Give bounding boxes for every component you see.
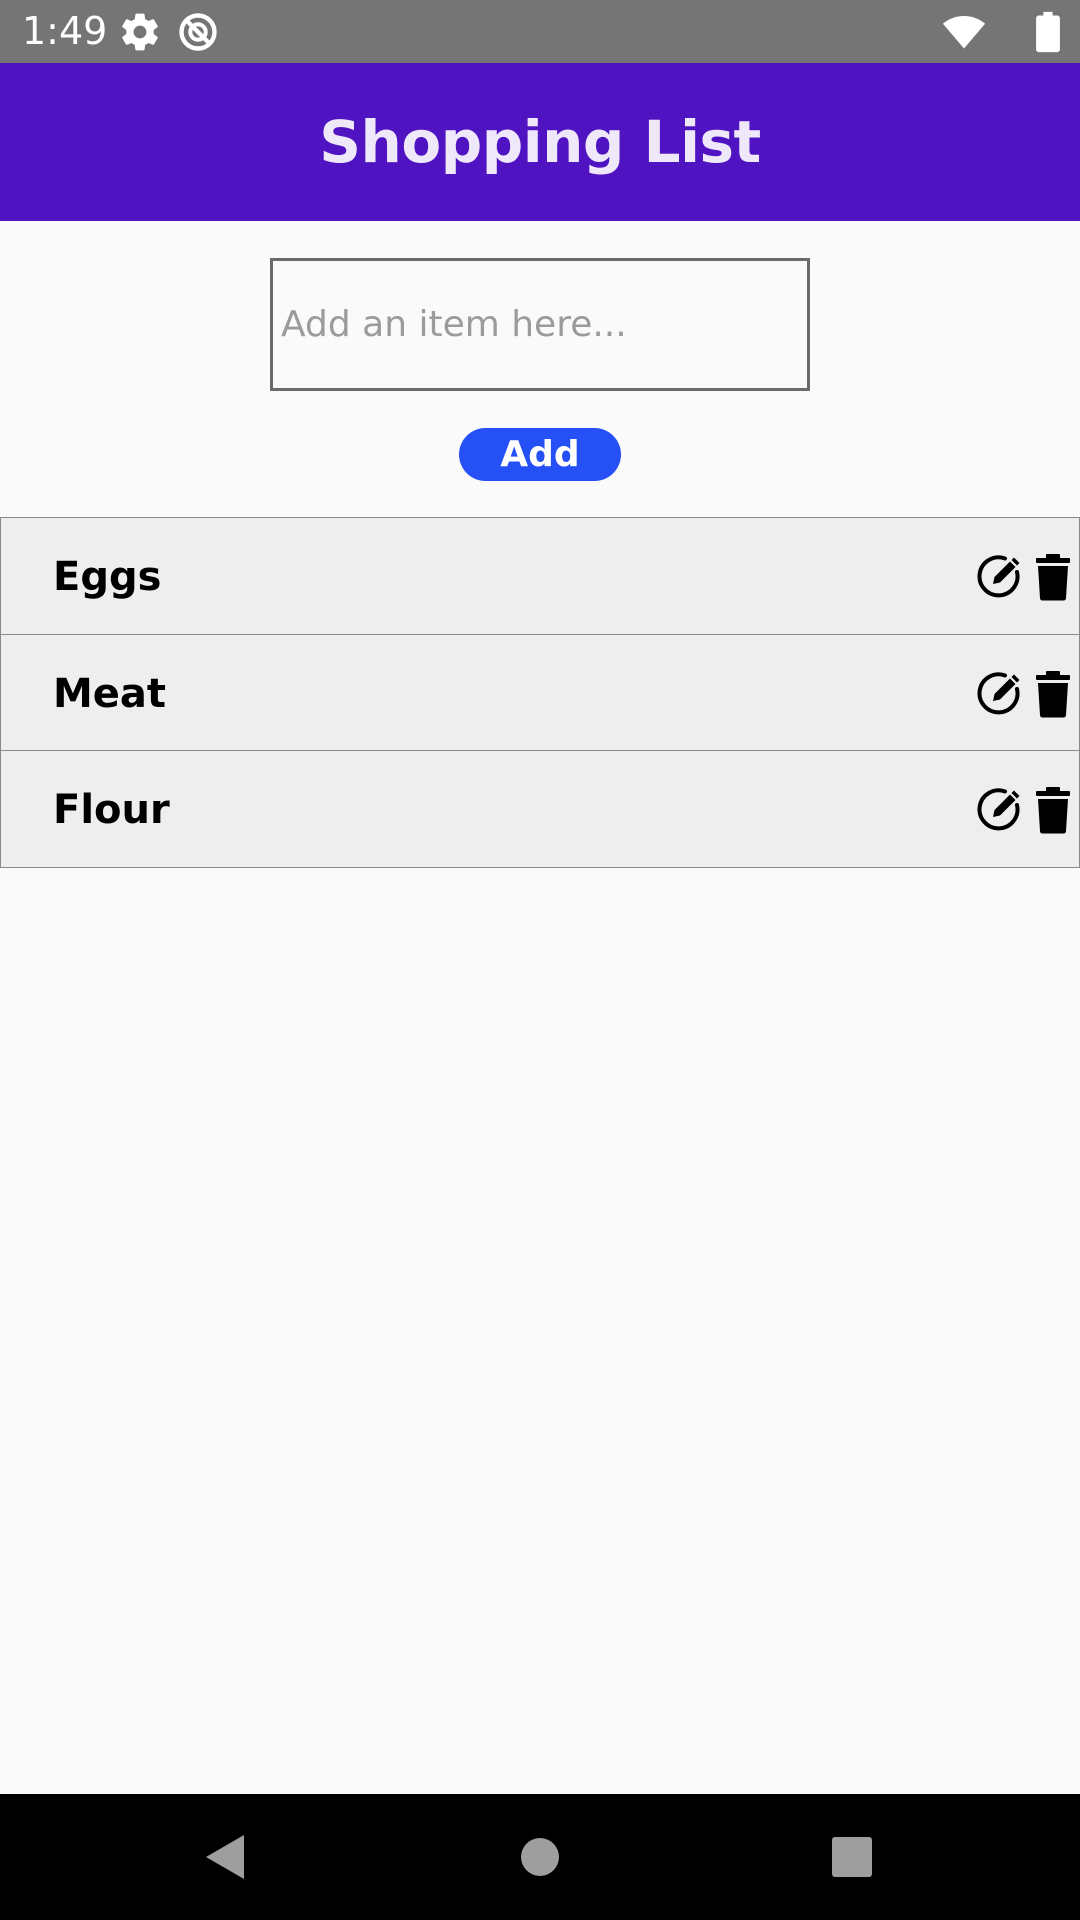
gear-icon [118, 10, 162, 54]
item-label: Meat [53, 670, 167, 717]
status-bar: 1:49 [0, 0, 1080, 63]
back-icon[interactable] [200, 1831, 252, 1883]
item-label: Eggs [53, 554, 162, 600]
wifi-icon [940, 10, 988, 54]
edit-icon[interactable] [976, 786, 1024, 834]
add-button[interactable]: Add [459, 428, 621, 481]
edit-icon[interactable] [976, 553, 1024, 601]
item-label: Flour [53, 787, 170, 833]
navigation-bar [0, 1794, 1080, 1920]
list-item: Meat [0, 633, 1080, 752]
trash-icon[interactable] [1033, 670, 1073, 718]
recents-icon[interactable] [826, 1831, 878, 1883]
list-item: Eggs [0, 517, 1080, 635]
trash-icon[interactable] [1033, 553, 1073, 601]
battery-icon [1032, 10, 1064, 54]
shopping-list: Eggs Meat Flour [0, 517, 1080, 868]
no-sync-icon [176, 10, 220, 54]
status-time: 1:49 [22, 9, 108, 53]
edit-icon[interactable] [976, 670, 1024, 718]
add-item-input[interactable] [270, 258, 810, 391]
page-title: Shopping List [319, 108, 761, 176]
trash-icon[interactable] [1033, 786, 1073, 834]
list-item: Flour [0, 750, 1080, 868]
app-bar: Shopping List [0, 63, 1080, 221]
home-icon[interactable] [514, 1831, 566, 1883]
